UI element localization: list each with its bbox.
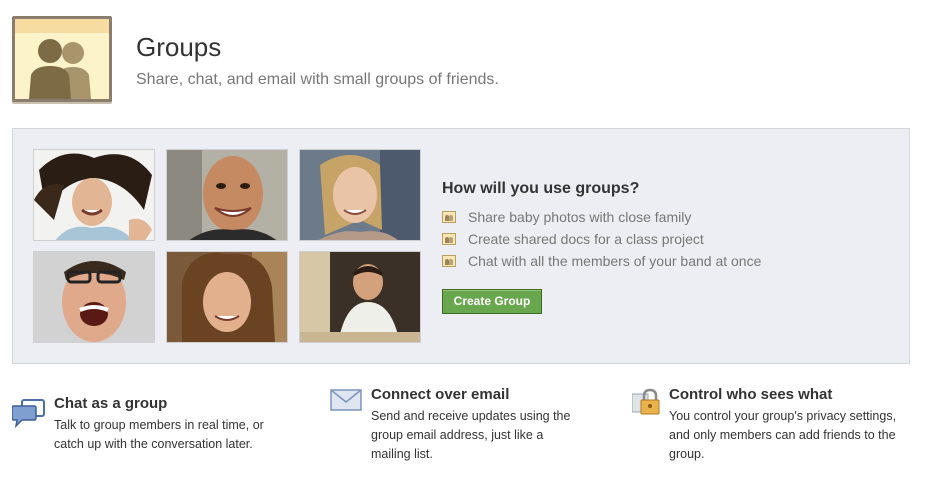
desc-line: mailing list.: [371, 447, 433, 461]
photo-bald-man-smiling: [166, 149, 288, 241]
photo-man-glasses-laughing: [33, 251, 155, 343]
desc-line: Send and receive updates using the: [371, 409, 571, 423]
feature-desc-chat: Talk to group members in real time, or c…: [54, 416, 264, 454]
feature-title-privacy: Control who sees what: [669, 386, 833, 403]
photo-man-at-table: [299, 251, 421, 343]
feature-desc-privacy: You control your group's privacy setting…: [669, 407, 896, 464]
desc-line: You control your group's privacy setting…: [669, 409, 897, 423]
use-item-text: Chat with all the members of your band a…: [468, 253, 762, 269]
use-item-text: Share baby photos with close family: [468, 209, 692, 225]
uses-heading: How will you use groups?: [442, 180, 640, 197]
desc-line: Talk to group members in real time, or: [54, 418, 264, 432]
group-small-icon: [442, 255, 456, 267]
page-subtitle: Share, chat, and email with small groups…: [136, 71, 499, 88]
lock-icon: [631, 388, 660, 421]
desc-line: group email address, just like a: [371, 428, 544, 442]
photo-blonde-woman: [299, 149, 421, 241]
photo-woman-hair-spread: [33, 149, 155, 241]
feature-title-email: Connect over email: [371, 386, 510, 403]
desc-line: catch up with the conversation later.: [54, 437, 253, 451]
desc-line: and only members can add friends to the: [669, 428, 896, 442]
desc-line: group.: [669, 447, 705, 461]
groups-silhouette-icon: [12, 16, 112, 102]
use-item: Create shared docs for a class project: [442, 230, 704, 248]
use-item: Share baby photos with close family: [442, 208, 691, 226]
photo-curly-hair-man: [166, 251, 288, 343]
group-small-icon: [442, 233, 456, 245]
page-title: Groups: [136, 32, 222, 62]
feature-title-chat: Chat as a group: [54, 395, 168, 412]
feature-desc-email: Send and receive updates using the group…: [371, 407, 570, 464]
use-item-text: Create shared docs for a class project: [468, 231, 704, 247]
group-small-icon: [442, 211, 456, 223]
create-group-button[interactable]: Create Group: [442, 289, 542, 314]
use-item: Chat with all the members of your band a…: [442, 252, 761, 270]
envelope-icon: [330, 389, 362, 416]
chat-bubble-icon: [11, 398, 46, 433]
